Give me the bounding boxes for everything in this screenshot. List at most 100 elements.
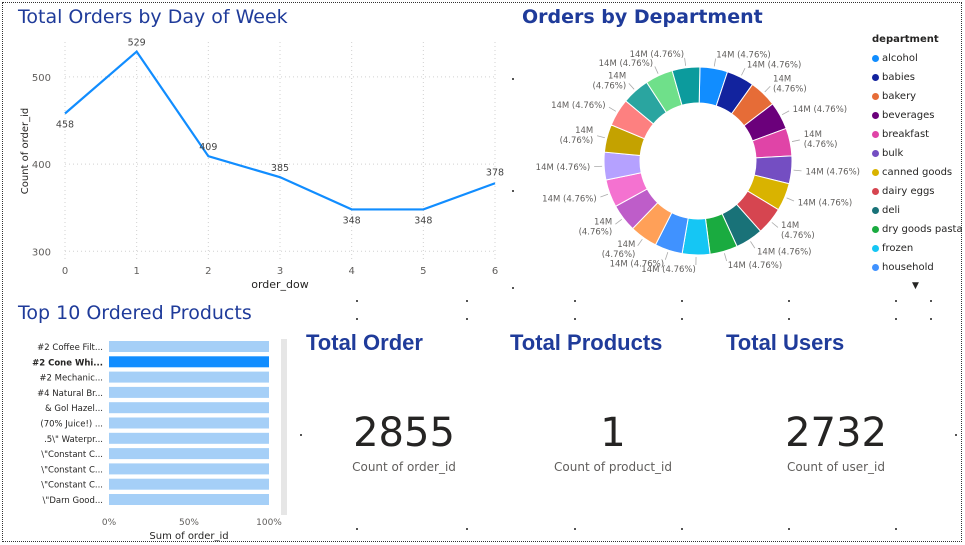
- legend-item[interactable]: frozen: [872, 239, 962, 258]
- legend-item[interactable]: deli: [872, 201, 962, 220]
- line-data-label: 348: [414, 215, 432, 226]
- line-point: [421, 207, 425, 211]
- canvas-dot: [574, 318, 576, 320]
- legend-item[interactable]: breakfast: [872, 125, 962, 144]
- legend-label: bulk: [882, 148, 904, 159]
- legend-item[interactable]: beverages: [872, 106, 962, 125]
- donut-data-label: 14M: [608, 71, 626, 81]
- legend-swatch: [872, 55, 879, 62]
- legend-title: department: [872, 34, 939, 45]
- legend-item[interactable]: babies: [872, 68, 962, 87]
- legend-item[interactable]: bakery: [872, 87, 962, 106]
- bar[interactable]: [109, 356, 269, 368]
- total-order-card-title: Total Order: [306, 330, 423, 355]
- legend-item[interactable]: household: [872, 258, 962, 277]
- legend-item[interactable]: canned goods: [872, 163, 962, 182]
- total-order-card-value: 2855: [353, 410, 455, 456]
- legend-item[interactable]: alcohol: [872, 49, 962, 68]
- scrollbar: [281, 339, 287, 515]
- canvas-dot: [300, 434, 302, 436]
- donut-data-label: (4.76%): [560, 136, 594, 146]
- y-tick-label: 400: [32, 160, 51, 171]
- canvas-dot: [356, 318, 358, 320]
- legend-item[interactable]: dairy eggs: [872, 182, 962, 201]
- line-data-label: 348: [343, 215, 361, 226]
- bar[interactable]: [109, 341, 269, 352]
- canvas-dot: [788, 318, 790, 320]
- bar[interactable]: [109, 478, 269, 490]
- bar[interactable]: [109, 494, 269, 505]
- canvas-dot: [788, 528, 790, 530]
- x-tick-label: 5: [420, 266, 426, 277]
- donut-data-label: 14M (4.76%): [542, 194, 597, 204]
- bar-category-label: (70% Juice!) ...: [40, 420, 103, 430]
- legend-item[interactable]: dry goods pasta: [872, 220, 963, 239]
- bar[interactable]: [109, 402, 269, 414]
- x-tick-label: 50%: [179, 518, 199, 528]
- donut-leader-line: [786, 197, 795, 202]
- donut-leader-line: [791, 139, 800, 142]
- canvas-dot: [788, 300, 790, 302]
- legend-label: household: [882, 262, 934, 273]
- donut-leader-line: [597, 135, 605, 139]
- legend-label: beverages: [882, 110, 935, 121]
- legend-label: breakfast: [882, 129, 930, 140]
- line-chart[interactable]: 300 400 500 0 1 2 3 4 5 6 458 529 409 385 348 348 378 ord…: [14, 34, 504, 296]
- caret-down-icon[interactable]: ▼: [912, 281, 919, 291]
- total-users-card-title: Total Users: [726, 330, 845, 355]
- donut-data-label: 14M (4.76%): [806, 167, 861, 177]
- donut-leader-line: [664, 252, 669, 260]
- total-products-card-value: 1: [600, 410, 626, 456]
- legend-item[interactable]: bulk: [872, 144, 962, 163]
- x-tick-label: 6: [492, 266, 498, 277]
- bar-category-label: \"Constant C...: [41, 481, 103, 491]
- donut-data-label: 14M (4.76%): [757, 247, 812, 257]
- donut-data-label: 14M: [804, 130, 822, 140]
- donut-chart[interactable]: 14M (4.76%)14M (4.76%)14M(4.76%)14M (4.7…: [512, 36, 872, 286]
- bar-chart[interactable]: #2 Coffee Filt... #2 Cone Whi... #2 Mechan…: [14, 334, 294, 544]
- line-chart-title: Total Orders by Day of Week: [18, 6, 288, 28]
- legend-swatch: [872, 93, 879, 100]
- donut-leader-line: [741, 68, 746, 76]
- legend-swatch: [872, 188, 879, 195]
- donut-data-label: 14M: [617, 240, 635, 250]
- donut-data-label: (4.76%): [602, 250, 636, 260]
- bar[interactable]: [109, 417, 269, 429]
- y-tick-label: 300: [32, 247, 51, 258]
- legend-swatch: [872, 207, 879, 214]
- canvas-dot: [512, 287, 514, 289]
- total-users-card-label: Count of user_id: [787, 460, 885, 474]
- line-point: [493, 181, 497, 185]
- bar[interactable]: [109, 371, 269, 383]
- bar-chart-title: Top 10 Ordered Products: [18, 302, 252, 324]
- bar[interactable]: [109, 432, 269, 444]
- bar-category-label: .5\" Waterpr...: [44, 435, 103, 445]
- donut-leader-line: [600, 193, 609, 198]
- bar-category-label: #2 Coffee Filt...: [37, 343, 103, 353]
- donut-leader-line: [628, 83, 635, 90]
- bar[interactable]: [109, 448, 269, 460]
- donut-chart-title: Orders by Department: [522, 6, 763, 28]
- bar[interactable]: [109, 386, 269, 398]
- canvas-dot: [356, 528, 358, 530]
- canvas-dot: [466, 300, 468, 302]
- donut-data-label: (4.76%): [781, 231, 815, 241]
- donut-leader-line: [684, 57, 687, 66]
- bar-category-label: #2 Mechanic...: [39, 374, 103, 384]
- canvas-dot: [574, 300, 576, 302]
- donut-leader-line: [724, 253, 728, 262]
- canvas-dot: [466, 528, 468, 530]
- donut-leader-line: [637, 238, 643, 246]
- donut-leader-line: [608, 106, 617, 112]
- line-point: [350, 207, 354, 211]
- donut-data-label: (4.76%): [804, 140, 838, 150]
- donut-data-label: (4.76%): [579, 228, 613, 238]
- y-axis-label: Count of order_id: [20, 108, 31, 194]
- line-point: [63, 112, 67, 116]
- donut-data-label: 14M (4.76%): [536, 163, 591, 173]
- bar[interactable]: [109, 463, 269, 475]
- donut-data-label: (4.76%): [593, 81, 627, 91]
- legend-label: alcohol: [882, 53, 918, 64]
- legend-label: canned goods: [882, 167, 953, 178]
- x-tick-label: 100%: [256, 518, 282, 528]
